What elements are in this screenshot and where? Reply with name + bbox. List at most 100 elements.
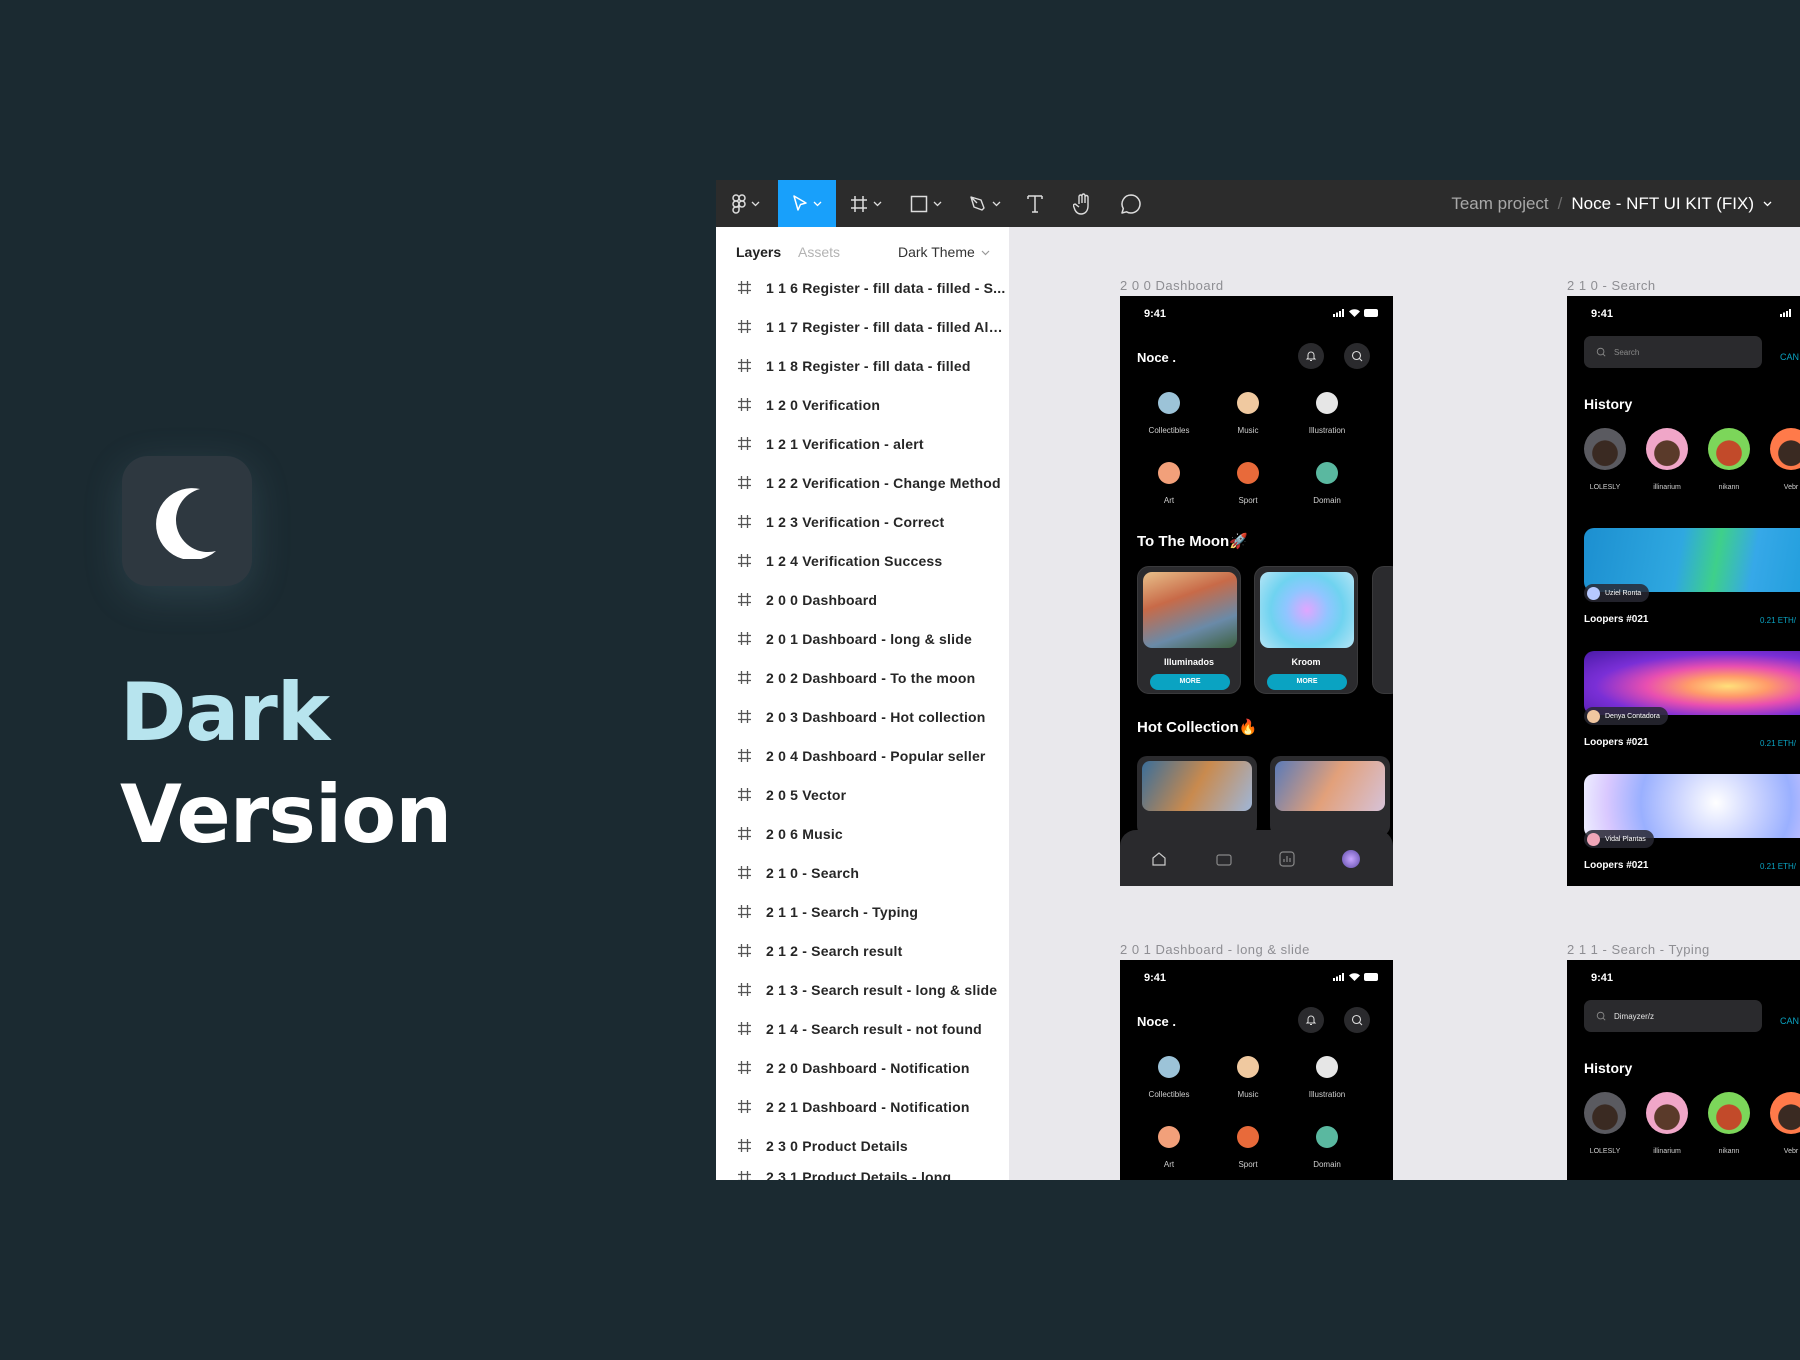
nft-banner[interactable] — [1584, 774, 1800, 838]
layer-item[interactable]: 1 2 4 Verification Success — [716, 541, 1009, 580]
frame-search[interactable]: 9:41 Search CAN History LOLESLY illinariu… — [1567, 296, 1800, 886]
owner-name: Uziel Ronta — [1605, 589, 1642, 597]
history-avatar[interactable]: Vebr — [1770, 1092, 1800, 1158]
category-item[interactable]: Illustration — [1292, 392, 1362, 438]
layer-item[interactable]: 1 1 6 Register - fill data - filled - S.… — [716, 268, 1009, 307]
frame-icon — [738, 1171, 751, 1180]
cancel-button[interactable]: CAN — [1780, 352, 1799, 362]
more-button[interactable]: MORE — [1150, 674, 1230, 690]
layer-item[interactable]: 2 3 0 Product Details — [716, 1126, 1009, 1165]
hot-collection-card[interactable] — [1270, 756, 1390, 836]
frame-label-dashboard-long[interactable]: 2 0 1 Dashboard - long & slide — [1120, 942, 1310, 957]
frame-tool-button[interactable] — [844, 180, 888, 227]
nft-card[interactable]: Illuminados MORE — [1137, 566, 1241, 694]
search-button[interactable] — [1344, 343, 1370, 369]
history-avatar[interactable]: illinarium — [1646, 428, 1688, 494]
layer-item[interactable]: 2 0 4 Dashboard - Popular seller — [716, 736, 1009, 775]
layer-item[interactable]: 2 2 0 Dashboard - Notification — [716, 1048, 1009, 1087]
history-avatar[interactable]: LOLESLY — [1584, 428, 1626, 494]
search-input[interactable]: Search — [1584, 336, 1762, 368]
layer-item[interactable]: 2 0 3 Dashboard - Hot collection — [716, 697, 1009, 736]
frame-search-typing[interactable]: 9:41 Dimayzer/z CAN History LOLESLY illin… — [1567, 960, 1800, 1180]
hand-tool-button[interactable] — [1070, 180, 1096, 227]
more-button[interactable]: MORE — [1267, 674, 1347, 690]
layer-item[interactable]: 2 3 1 Product Details - long — [716, 1165, 1009, 1180]
category-item[interactable]: Domain — [1292, 462, 1362, 508]
avatar — [1584, 428, 1626, 470]
nft-card[interactable]: Kroom MORE — [1254, 566, 1358, 694]
nft-price: 0.21 ETH/ — [1760, 862, 1797, 871]
tab-layers[interactable]: Layers — [736, 244, 781, 260]
category-item[interactable]: Music — [1213, 1056, 1283, 1102]
layer-item[interactable]: 2 0 5 Vector — [716, 775, 1009, 814]
category-item[interactable]: Collectibles — [1134, 392, 1204, 438]
stats-icon[interactable] — [1278, 850, 1296, 868]
breadcrumb: Team project / Noce - NFT UI KIT (FIX) — [1451, 180, 1772, 227]
layer-item[interactable]: 2 1 0 - Search — [716, 853, 1009, 892]
layer-item[interactable]: 2 1 3 - Search result - long & slide — [716, 970, 1009, 1009]
search-button[interactable] — [1344, 1007, 1370, 1033]
category-item[interactable]: Sport — [1213, 462, 1283, 508]
layer-item[interactable]: 2 0 0 Dashboard — [716, 580, 1009, 619]
layer-item[interactable]: 2 1 2 - Search result — [716, 931, 1009, 970]
layer-item[interactable]: 1 2 2 Verification - Change Method — [716, 463, 1009, 502]
hot-collection-card[interactable] — [1137, 756, 1257, 836]
tab-assets[interactable]: Assets — [798, 244, 840, 260]
shape-tool-button[interactable] — [906, 180, 946, 227]
frame-label-search-typing[interactable]: 2 1 1 - Search - Typing — [1567, 942, 1710, 957]
nft-banner[interactable] — [1584, 528, 1800, 592]
category-item[interactable]: Collectibles — [1134, 1056, 1204, 1102]
category-item[interactable]: Music — [1213, 392, 1283, 438]
frame-label-dashboard[interactable]: 2 0 0 Dashboard — [1120, 278, 1224, 293]
layer-item[interactable]: 2 0 2 Dashboard - To the moon — [716, 658, 1009, 697]
hand-tool-icon — [1073, 192, 1089, 215]
layer-item[interactable]: 2 0 6 Music — [716, 814, 1009, 853]
category-item[interactable]: Domain — [1292, 1126, 1362, 1172]
history-avatar[interactable]: LOLESLY — [1584, 1092, 1626, 1158]
layer-item[interactable]: 2 2 1 Dashboard - Notification — [716, 1087, 1009, 1126]
comment-tool-button[interactable] — [1118, 180, 1144, 227]
frame-dashboard-long[interactable]: 9:41 Noce . Collectibles Music Illustratio… — [1120, 960, 1393, 1180]
layer-item[interactable]: 2 1 1 - Search - Typing — [716, 892, 1009, 931]
history-avatar[interactable]: nikann — [1708, 428, 1750, 494]
breadcrumb-team[interactable]: Team project — [1451, 194, 1548, 214]
layer-item-label: 2 1 2 - Search result — [766, 942, 903, 959]
owner-name: Denya Contadora — [1605, 712, 1660, 720]
profile-avatar[interactable] — [1342, 850, 1360, 868]
category-item[interactable]: Illustration — [1292, 1056, 1362, 1102]
nft-banner[interactable] — [1584, 651, 1800, 715]
search-input[interactable]: Dimayzer/z — [1584, 1000, 1762, 1032]
layer-item[interactable]: 2 0 1 Dashboard - long & slide — [716, 619, 1009, 658]
category-item[interactable]: Sport — [1213, 1126, 1283, 1172]
frame-dashboard[interactable]: 9:41 Noce . Collectibles Music Illustratio… — [1120, 296, 1393, 886]
nft-card-partial[interactable] — [1372, 566, 1393, 694]
figma-menu-button[interactable] — [726, 180, 766, 227]
layer-item[interactable]: 1 2 1 Verification - alert — [716, 424, 1009, 463]
wallet-icon[interactable] — [1215, 850, 1233, 868]
layer-item[interactable]: 1 1 8 Register - fill data - filled — [716, 346, 1009, 385]
layer-item[interactable]: 1 1 7 Register - fill data - filled Aler… — [716, 307, 1009, 346]
breadcrumb-file-name[interactable]: Noce - NFT UI KIT (FIX) — [1571, 194, 1754, 214]
move-tool-button[interactable] — [778, 180, 836, 227]
history-avatar[interactable]: Vebr — [1770, 428, 1800, 494]
notification-button[interactable] — [1298, 1007, 1324, 1033]
layer-item[interactable]: 1 2 0 Verification — [716, 385, 1009, 424]
chevron-down-icon[interactable] — [1763, 199, 1772, 208]
category-item[interactable]: Art — [1134, 462, 1204, 508]
notification-button[interactable] — [1298, 343, 1324, 369]
frame-label-search[interactable]: 2 1 0 - Search — [1567, 278, 1656, 293]
home-icon[interactable] — [1150, 850, 1168, 868]
category-item[interactable]: Art — [1134, 1126, 1204, 1172]
cancel-button[interactable]: CAN — [1780, 1016, 1799, 1026]
pen-tool-button[interactable] — [965, 180, 1005, 227]
hot-collection-image — [1275, 761, 1385, 811]
history-avatar[interactable]: nikann — [1708, 1092, 1750, 1158]
text-tool-button[interactable] — [1022, 180, 1048, 227]
page-select[interactable]: Dark Theme — [898, 244, 990, 260]
layer-item[interactable]: 1 2 3 Verification - Correct — [716, 502, 1009, 541]
category-label: Domain — [1313, 496, 1341, 505]
layer-item[interactable]: 2 1 4 - Search result - not found — [716, 1009, 1009, 1048]
history-avatar[interactable]: illinarium — [1646, 1092, 1688, 1158]
history-title: History — [1584, 396, 1633, 412]
category-icon — [1237, 1126, 1259, 1148]
